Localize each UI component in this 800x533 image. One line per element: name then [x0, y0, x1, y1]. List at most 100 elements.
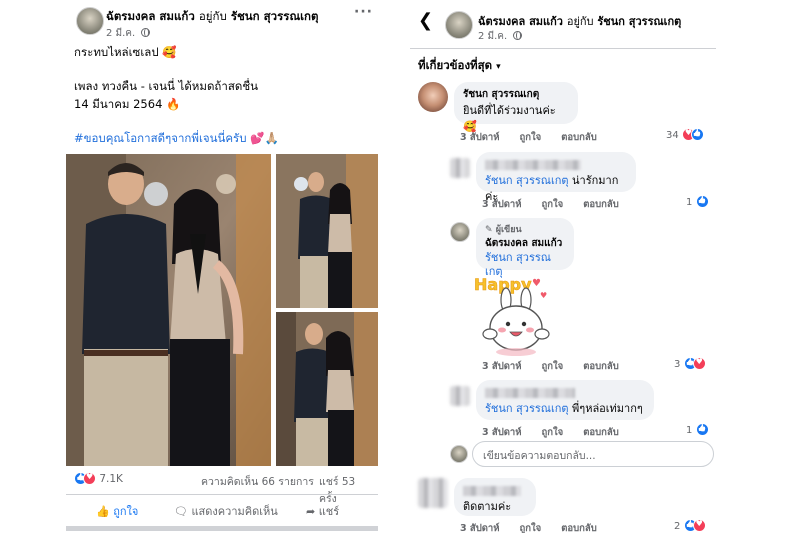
- post-card: ฉัตรมงคล สมแก้ว อยู่กับ รัชนก สุวรรณเกตุ…: [66, 0, 378, 533]
- comments-panel: ❮ ฉัตรมงคล สมแก้ว อยู่กับ รัชนก สุวรรณเก…: [410, 0, 720, 533]
- blurred-commenter-name: [485, 388, 575, 398]
- post-header-title: ฉัตรมงคล สมแก้ว อยู่กับ รัชนก สุวรรณเกตุ: [106, 8, 318, 26]
- comment-reactions[interactable]: 34: [666, 128, 704, 141]
- svg-text:♥: ♥: [532, 278, 541, 289]
- sort-dropdown[interactable]: ที่เกี่ยวข้องที่สุด ▾: [418, 57, 501, 75]
- page-avatar-comments[interactable]: [445, 11, 473, 39]
- post-photo-bottom-right[interactable]: [276, 312, 378, 466]
- comment-reactions[interactable]: 3: [674, 357, 706, 370]
- comment-bubble: รัชนก สุวรรณเกตุ ยินดีที่ได้ร่วมงานค่ะ🥰: [454, 82, 578, 133]
- comment-bubble: รัชนก สุวรรณเกตุ น่ารักมากค่ะ: [476, 152, 636, 203]
- header-with-word: อยู่กับ: [566, 15, 594, 28]
- blurred-commenter-name: [485, 160, 581, 170]
- comment-button-label: แสดงความคิดเห็น: [191, 505, 278, 518]
- chevron-down-icon: ▾: [496, 62, 501, 72]
- comment-like-link[interactable]: ถูกใจ: [520, 132, 542, 143]
- post-stats-bar: 7.1K ความคิดเห็น 66 รายการ แชร์ 53 ครั้ง: [74, 472, 374, 505]
- like-reaction-icon: [695, 423, 709, 436]
- comment-like-link[interactable]: ถูกใจ: [542, 427, 564, 438]
- post-date-text: 2 มี.ค.: [106, 28, 136, 39]
- commenter-avatar-blurred[interactable]: [450, 158, 470, 178]
- comment-bubble: ติดตามค่ะ: [454, 478, 536, 516]
- like-reaction-icon: [690, 128, 704, 141]
- comment-time[interactable]: 3 สัปดาห์: [460, 132, 500, 143]
- comments-header-title: ฉัตรมงคล สมแก้ว อยู่กับ รัชนก สุวรรณเกตุ: [478, 12, 681, 30]
- happy-bunny-sticker[interactable]: Happy ♥ ♥: [472, 272, 554, 356]
- comment-like-link[interactable]: ถูกใจ: [542, 361, 564, 372]
- comment-bubble-icon: 🗨: [174, 505, 188, 518]
- comment-reply-link[interactable]: ตอบกลับ: [583, 199, 619, 210]
- comment-reply-link[interactable]: ตอบกลับ: [561, 523, 597, 533]
- mention-link[interactable]: รัชนก สุวรรณเกตุ: [485, 174, 569, 187]
- comment-meta: 3 สัปดาห์ ถูกใจ ตอบกลับ: [482, 197, 639, 212]
- reply-input[interactable]: เขียนข้อความตอบกลับ...: [472, 441, 714, 467]
- like-button[interactable]: 👍 ถูกใจ: [96, 502, 138, 520]
- love-reaction-icon: [83, 472, 96, 485]
- header-date-text: 2 มี.ค.: [478, 31, 508, 42]
- comment-time[interactable]: 3 สัปดาห์: [482, 427, 522, 438]
- header-date[interactable]: 2 มี.ค.: [478, 29, 523, 44]
- stats-divider: [66, 494, 378, 495]
- share-button-label: แชร์: [318, 505, 340, 518]
- post-author-name[interactable]: ฉัตรมงคล สมแก้ว: [106, 9, 195, 23]
- comment-meta: 3 สัปดาห์ ถูกใจ ตอบกลับ: [460, 130, 617, 145]
- with-word: อยู่กับ: [198, 9, 227, 23]
- comment-text: พี่ๆหล่อเท่มากๆ: [572, 402, 643, 415]
- post-tagged-name[interactable]: รัชนก สุวรรณเกตุ: [231, 9, 319, 23]
- post-photo-top-right[interactable]: [276, 154, 378, 308]
- comment-bubble: ✎ ผู้เขียน ฉัตรมงคล สมแก้ว รัชนก สุวรรณเ…: [476, 218, 574, 278]
- reaction-number: 1: [686, 425, 693, 436]
- comment-reply-link[interactable]: ตอบกลับ: [561, 132, 597, 143]
- reaction-number: 1: [686, 197, 693, 208]
- author-badge: ผู้เขียน: [495, 225, 522, 235]
- thumbs-up-icon: 👍: [96, 505, 110, 518]
- comment-reactions[interactable]: 1: [686, 423, 709, 436]
- comment-like-link[interactable]: ถูกใจ: [520, 523, 542, 533]
- reaction-count[interactable]: 7.1K: [99, 473, 123, 485]
- more-dots-icon[interactable]: ···: [354, 4, 373, 20]
- blurred-commenter-name: [463, 486, 521, 496]
- comment-meta: 3 สัปดาห์ ถูกใจ ตอบกลับ: [482, 359, 639, 374]
- like-button-label: ถูกใจ: [113, 505, 139, 518]
- comment-text: ติดตามค่ะ: [463, 500, 512, 513]
- comment-like-link[interactable]: ถูกใจ: [542, 199, 564, 210]
- comment-reply-link[interactable]: ตอบกลับ: [583, 361, 619, 372]
- post-bottom-border: [66, 526, 378, 531]
- comment-time[interactable]: 3 สัปดาห์: [482, 199, 522, 210]
- svg-text:♥: ♥: [540, 291, 547, 300]
- caption-line-2: เพลง ทวงคืน - เจนนี่ ได้หมดถ้าสดชื่น: [74, 79, 258, 93]
- comment-time[interactable]: 3 สัปดาห์: [460, 523, 500, 533]
- comment-reply-link[interactable]: ตอบกลับ: [583, 427, 619, 438]
- my-avatar: [450, 445, 468, 463]
- commenter-name[interactable]: ฉัตรมงคล สมแก้ว: [485, 237, 565, 251]
- commenter-avatar-blurred[interactable]: [418, 478, 448, 508]
- back-arrow-icon[interactable]: ❮: [418, 10, 433, 31]
- comment-bubble: รัชนก สุวรรณเกตุ พี่ๆหล่อเท่มากๆ: [476, 380, 654, 420]
- mention-link[interactable]: รัชนก สุวรรณเกตุ: [485, 402, 569, 415]
- page-avatar[interactable]: [76, 7, 104, 35]
- comment-meta: 3 สัปดาห์ ถูกใจ ตอบกลับ: [460, 521, 617, 533]
- reaction-number: 34: [666, 130, 679, 141]
- comments-count[interactable]: ความคิดเห็น 66 รายการ: [201, 473, 314, 490]
- commenter-avatar[interactable]: [418, 82, 448, 112]
- reaction-icons[interactable]: [74, 472, 99, 485]
- like-reaction-icon: [695, 195, 709, 208]
- comment-button[interactable]: 🗨 แสดงความคิดเห็น: [174, 502, 278, 520]
- post-date[interactable]: 2 มี.ค.: [106, 26, 151, 41]
- comment-time[interactable]: 3 สัปดาห์: [482, 361, 522, 372]
- header-tagged-name[interactable]: รัชนก สุวรรณเกตุ: [597, 15, 681, 28]
- author-avatar[interactable]: [450, 222, 470, 242]
- public-globe-icon: [513, 31, 523, 40]
- comment-reactions[interactable]: 1: [686, 195, 709, 208]
- post-photo-main[interactable]: [66, 154, 271, 466]
- comment-reactions[interactable]: 2: [674, 519, 706, 532]
- caption-line-1: กระทบไหล่เซเลป 🥰: [74, 45, 177, 59]
- hashtag-link[interactable]: #ขอบคุณโอกาสดีๆจากพี่เจนนี่ครับ 💕🙏🏼: [74, 130, 279, 148]
- comment-meta: 3 สัปดาห์ ถูกใจ ตอบกลับ: [482, 425, 639, 440]
- sort-label: ที่เกี่ยวข้องที่สุด: [418, 58, 493, 72]
- commenter-name[interactable]: รัชนก สุวรรณเกตุ: [463, 87, 569, 103]
- header-author-name[interactable]: ฉัตรมงคล สมแก้ว: [478, 15, 563, 28]
- share-button[interactable]: ➦ แชร์: [306, 502, 339, 520]
- commenter-avatar-blurred[interactable]: [450, 386, 470, 406]
- header-divider: [410, 48, 716, 49]
